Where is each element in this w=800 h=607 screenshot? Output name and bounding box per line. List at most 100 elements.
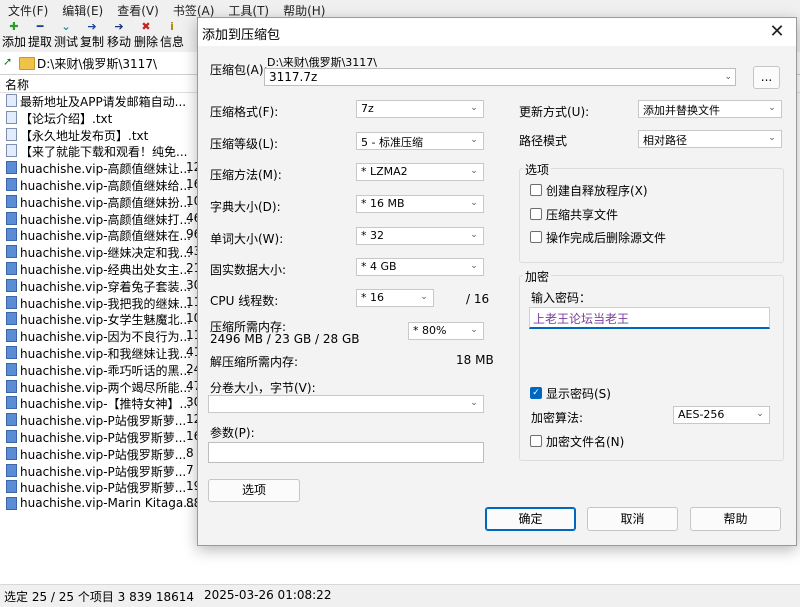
column-name-header[interactable]: 名称 [5,76,29,93]
list-item[interactable]: huachishe.vip-P站俄罗斯萝... 19 [0,478,200,495]
file-name: huachishe.vip-继妹决定和我... [20,246,191,261]
format-select[interactable]: 7z ⌄ [356,100,484,118]
copy-icon: ➔ [87,20,97,33]
list-item[interactable]: huachishe.vip-两个竭尽所能... 47 [0,378,200,395]
archive-name-value: 3117.7z [269,70,318,84]
menu-edit[interactable]: 编辑(E) [62,2,103,19]
test-button[interactable]: ⌄ 测试 [53,20,79,52]
list-item[interactable]: huachishe.vip-【推特女神】... 30 [0,394,200,411]
method-label: 压缩方法(M): [210,168,282,182]
list-item[interactable]: 【论坛介绍】.txt [0,109,200,126]
path-mode-select[interactable]: 相对路径 ⌄ [638,130,782,148]
shared-files-label[interactable]: 压缩共享文件 [546,206,618,223]
volume-size-label: 分卷大小，字节(V): [210,381,316,395]
status-selection: 选定 25 / 25 个项目 3 839 18614 [4,590,194,604]
list-item[interactable]: huachishe.vip-高颜值继妹扮... 10 [0,193,200,210]
status-date: 2025-03-26 01:08:22 [204,588,332,602]
video-file-icon [6,194,17,208]
extract-button[interactable]: ━ 提取 [27,20,53,52]
close-icon[interactable]: ✕ [765,20,789,44]
chevron-down-icon: ⌄ [470,261,478,271]
list-item[interactable]: huachishe.vip-乖巧听话的黑... 24 [0,361,200,378]
list-item[interactable]: huachishe.vip-Marin Kitaga... 88 [0,495,200,512]
file-name: huachishe.vip-高颜值继妹给... [20,179,191,193]
archive-name-input[interactable]: 3117.7z ⌄ [264,68,736,86]
move-button[interactable]: ➔ 移动 [106,20,132,52]
show-password-checkbox[interactable]: ✓ [530,387,542,399]
level-select[interactable]: 5 - 标准压缩 ⌄ [356,132,484,150]
sfx-checkbox[interactable] [530,184,542,196]
options-button[interactable]: 选项 [208,479,300,502]
word-size-select[interactable]: * 32 ⌄ [356,227,484,245]
list-item[interactable]: huachishe.vip-和我继妹让我... 41 [0,344,200,361]
list-item[interactable]: 【永久地址发布页】.txt [0,126,200,143]
video-file-icon [6,161,17,175]
add-button[interactable]: ✚ 添加 [1,20,27,52]
text-file-icon [6,94,17,107]
list-item[interactable]: huachishe.vip-P站俄罗斯萝... 8 [0,445,200,462]
help-button[interactable]: 帮助 [690,507,781,531]
copy-button[interactable]: ➔ 复制 [79,20,105,52]
list-item[interactable]: huachishe.vip-经典出处女主... 21 [0,260,200,277]
sfx-label[interactable]: 创建自释放程序(X) [546,182,648,199]
menu-tools[interactable]: 工具(T) [228,2,269,19]
video-file-icon [6,329,17,343]
file-name: huachishe.vip-P站俄罗斯萝... [20,431,187,445]
menu-view[interactable]: 查看(V) [117,2,159,19]
encrypt-names-label[interactable]: 加密文件名(N) [546,433,624,450]
list-item[interactable]: 【来了就能下载和观看！纯免... [0,142,200,159]
list-item[interactable]: huachishe.vip-P站俄罗斯萝... 7 [0,462,200,479]
list-item[interactable]: huachishe.vip-穿着兔子套装... 30 [0,277,200,294]
update-mode-select[interactable]: 添加并替换文件 ⌄ [638,100,782,118]
list-item[interactable]: huachishe.vip-高颜值继妹打... 46 [0,210,200,227]
video-file-icon [6,295,17,309]
file-name: huachishe.vip-P站俄罗斯萝... [20,414,187,429]
password-input[interactable]: 上老王论坛当老王 [529,307,770,329]
video-file-icon [6,211,17,225]
encrypt-names-checkbox[interactable] [530,435,542,447]
solid-size-select[interactable]: * 4 GB ⌄ [356,258,484,276]
path-mode-label: 路径模式 [519,134,568,148]
video-file-icon [6,262,17,275]
list-item[interactable]: huachishe.vip-因为不良行为... 11 [0,327,200,344]
menu-bookmarks[interactable]: 书签(A) [173,2,215,19]
chevron-down-icon: ⌄ [470,230,478,240]
chevron-down-icon: ⌄ [470,198,478,208]
list-item[interactable]: huachishe.vip-继妹决定和我... 43 [0,243,200,260]
video-file-icon [6,446,17,460]
ok-button[interactable]: 确定 [485,507,576,531]
cancel-button[interactable]: 取消 [587,507,678,531]
memory-percent-select[interactable]: * 80% ⌄ [408,322,484,340]
browse-button[interactable]: ... [753,66,780,89]
info-button[interactable]: i 信息 [159,20,185,52]
list-item[interactable]: huachishe.vip-女学生魅魔北... 10 [0,310,200,327]
chevron-down-icon[interactable]: ⌄ [724,69,732,85]
delete-after-checkbox[interactable] [530,231,542,243]
list-item[interactable]: huachishe.vip-P站俄罗斯萝... 12 [0,411,200,428]
delete-icon: ✖ [141,20,151,33]
show-password-label[interactable]: 显示密码(S) [546,385,611,402]
menu-help[interactable]: 帮助(H) [283,2,325,19]
video-file-icon [6,178,17,191]
volume-size-select[interactable]: ⌄ [208,395,484,413]
cpu-threads-select[interactable]: * 16 ⌄ [356,289,434,307]
delete-button[interactable]: ✖ 删除 [133,20,159,52]
list-item[interactable]: huachishe.vip-高颜值继妹给... 16 [0,176,200,193]
level-value: 5 - 标准压缩 [361,136,423,149]
list-item[interactable]: huachishe.vip-P站俄罗斯萝... 16 [0,428,200,445]
list-item[interactable]: huachishe.vip-高颜值继妹让... 12 [0,159,200,176]
file-name: huachishe.vip-经典出处女主... [20,263,191,277]
delete-after-label[interactable]: 操作完成后删除源文件 [546,229,666,246]
up-folder-icon[interactable]: ➚ [3,55,15,68]
list-item[interactable]: 最新地址及APP请发邮箱自动... [0,92,200,109]
status-bar: 选定 25 / 25 个项目 3 839 18614 2025-03-26 01… [0,584,800,607]
shared-files-checkbox[interactable] [530,208,542,220]
address-path[interactable]: D:\来财\俄罗斯\3117\ [37,55,157,72]
method-select[interactable]: * LZMA2 ⌄ [356,163,484,181]
list-item[interactable]: huachishe.vip-高颜值继妹在... 96 [0,226,200,243]
list-item[interactable]: huachishe.vip-我把我的继妹... 11 [0,294,200,311]
parameters-input[interactable] [208,442,484,463]
menu-file[interactable]: 文件(F) [8,2,48,19]
dictionary-select[interactable]: * 16 MB ⌄ [356,195,484,213]
encryption-method-select[interactable]: AES-256 ⌄ [673,406,770,424]
